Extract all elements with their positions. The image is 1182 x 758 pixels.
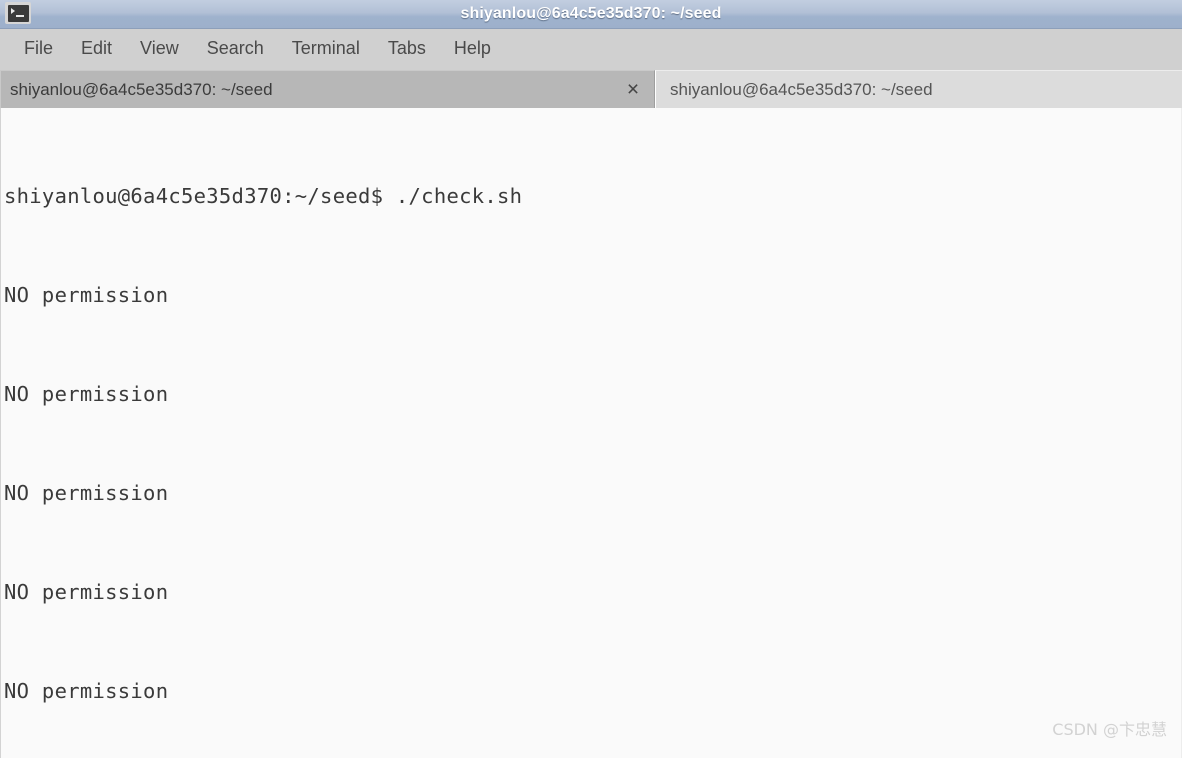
menu-item-tabs[interactable]: Tabs — [374, 36, 440, 61]
close-icon[interactable]: × — [616, 79, 650, 100]
window-title: shiyanlou@6a4c5e35d370: ~/seed — [460, 5, 722, 22]
tab-1-inactive[interactable]: shiyanlou@6a4c5e35d370: ~/seed — [655, 70, 1182, 108]
watermark: CSDN @卞忠慧 — [1052, 720, 1167, 739]
terminal-line: shiyanlou@6a4c5e35d370:~/seed$ ./check.s… — [4, 184, 523, 208]
terminal-line: NO permission — [4, 283, 169, 307]
tab-bar: shiyanlou@6a4c5e35d370: ~/seed × shiyanl… — [0, 67, 1182, 108]
menu-item-file[interactable]: File — [10, 36, 67, 61]
tab-0-label: shiyanlou@6a4c5e35d370: ~/seed — [10, 79, 273, 99]
terminal-line: NO permission — [4, 580, 169, 604]
menu-item-help[interactable]: Help — [440, 36, 505, 61]
terminal-output-area[interactable]: shiyanlou@6a4c5e35d370:~/seed$ ./check.s… — [0, 108, 1182, 758]
menu-item-terminal[interactable]: Terminal — [278, 36, 374, 61]
menu-bar: File Edit View Search Terminal Tabs Help — [0, 29, 1182, 67]
menu-item-edit[interactable]: Edit — [67, 36, 126, 61]
terminal-text: shiyanlou@6a4c5e35d370:~/seed$ ./check.s… — [1, 108, 1181, 758]
terminal-icon — [5, 2, 31, 24]
terminal-line: NO permission — [4, 679, 169, 703]
terminal-line: NO permission — [4, 382, 169, 406]
window-titlebar: shiyanlou@6a4c5e35d370: ~/seed — [0, 0, 1182, 29]
tab-0-active[interactable]: shiyanlou@6a4c5e35d370: ~/seed × — [0, 70, 655, 108]
menu-item-search[interactable]: Search — [193, 36, 278, 61]
menu-item-view[interactable]: View — [126, 36, 193, 61]
terminal-line: NO permission — [4, 481, 169, 505]
tab-1-label: shiyanlou@6a4c5e35d370: ~/seed — [670, 79, 933, 99]
terminal-window: shiyanlou@6a4c5e35d370: ~/seed File Edit… — [0, 0, 1182, 758]
